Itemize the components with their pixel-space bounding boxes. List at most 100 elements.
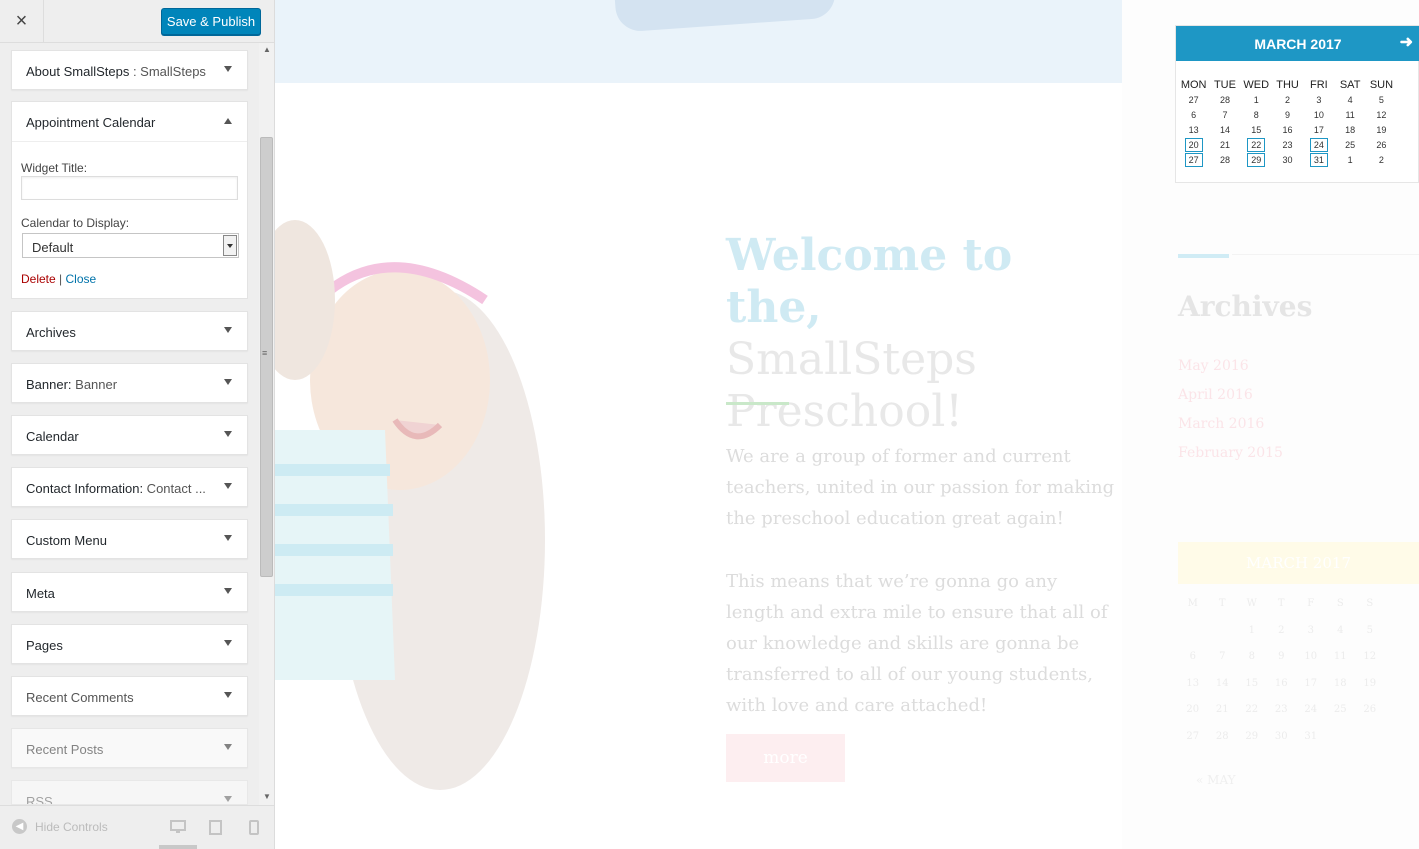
calendar-day-available[interactable]: 29 bbox=[1241, 153, 1272, 168]
scroll-up-icon[interactable]: ▲ bbox=[263, 45, 271, 54]
desktop-icon[interactable] bbox=[170, 820, 186, 837]
widget-archives[interactable]: Archives bbox=[11, 311, 248, 351]
calendar-day[interactable]: 6 bbox=[1178, 108, 1209, 123]
archive-link[interactable]: April 2016 bbox=[1178, 387, 1253, 403]
calendar-day-available[interactable]: 27 bbox=[1178, 153, 1209, 168]
widget-calendar[interactable]: Calendar bbox=[11, 415, 248, 455]
close-icon[interactable]: × bbox=[0, 0, 44, 43]
calendar-day[interactable]: 28 bbox=[1209, 93, 1240, 108]
chevron-down-icon[interactable] bbox=[224, 744, 232, 750]
widget-title: Archives bbox=[26, 325, 76, 340]
widget-custom-menu[interactable]: Custom Menu bbox=[11, 519, 248, 559]
chevron-down-icon[interactable] bbox=[223, 235, 237, 256]
calendar-day[interactable]: 4 bbox=[1334, 93, 1365, 108]
calendar-week: 27 28 29 30 31 bbox=[1178, 731, 1419, 758]
chevron-down-icon[interactable] bbox=[224, 379, 232, 385]
chevron-down-icon[interactable] bbox=[224, 535, 232, 541]
calendar-day[interactable]: 5 bbox=[1366, 93, 1397, 108]
calendar-day[interactable]: 17 bbox=[1303, 123, 1334, 138]
widget-recent-posts[interactable]: Recent Posts bbox=[11, 728, 248, 768]
widget-banner[interactable]: Banner: Banner bbox=[11, 363, 248, 403]
calendar-day-available[interactable]: 22 bbox=[1241, 138, 1272, 153]
calendar-day[interactable]: 11 bbox=[1334, 108, 1365, 123]
calendar-day[interactable]: 10 bbox=[1303, 108, 1334, 123]
calendar-day[interactable]: 9 bbox=[1272, 108, 1303, 123]
calendar-display-select[interactable]: Default bbox=[22, 233, 239, 258]
scroll-down-icon[interactable]: ▼ bbox=[263, 792, 271, 801]
calendar-week: 20 21 22 23 24 25 26 bbox=[1178, 138, 1419, 153]
widget-meta[interactable]: Meta bbox=[11, 572, 248, 612]
widget-title: Meta bbox=[26, 586, 55, 601]
calendar-day[interactable]: 2 bbox=[1366, 153, 1397, 168]
calendar-day[interactable]: 8 bbox=[1241, 108, 1272, 123]
chevron-down-icon[interactable] bbox=[224, 483, 232, 489]
widget-title-label: Widget Title: bbox=[21, 161, 88, 175]
calendar-day[interactable]: 19 bbox=[1366, 123, 1397, 138]
widget-header[interactable]: Appointment Calendar bbox=[12, 102, 247, 142]
calendar-day[interactable]: 1 bbox=[1241, 93, 1272, 108]
calendar-day[interactable]: 18 bbox=[1334, 123, 1365, 138]
calendar-day-available[interactable]: 31 bbox=[1303, 153, 1334, 168]
preview-sidebar: MARCH 2017 ➜ MON TUE WED THU FRI SAT SUN… bbox=[1122, 0, 1419, 849]
save-publish-button[interactable]: Save & Publish bbox=[161, 8, 261, 35]
calendar-day[interactable]: 2 bbox=[1272, 93, 1303, 108]
archive-link[interactable]: March 2016 bbox=[1178, 416, 1264, 432]
hide-controls-label: Hide Controls bbox=[35, 819, 108, 834]
widget-title-input[interactable] bbox=[21, 176, 238, 200]
calendar-day[interactable]: 28 bbox=[1209, 153, 1240, 168]
chevron-down-icon[interactable] bbox=[224, 327, 232, 333]
chevron-down-icon[interactable] bbox=[224, 588, 232, 594]
calendar-day[interactable]: 7 bbox=[1209, 108, 1240, 123]
calendar-day-available[interactable]: 24 bbox=[1303, 138, 1334, 153]
close-link[interactable]: Close bbox=[65, 272, 96, 286]
archive-link[interactable]: May 2016 bbox=[1178, 358, 1249, 374]
chevron-down-icon[interactable] bbox=[224, 796, 232, 802]
hide-controls-button[interactable]: ◀ Hide Controls bbox=[12, 819, 108, 834]
chevron-down-icon[interactable] bbox=[224, 640, 232, 646]
calendar-day[interactable]: 12 bbox=[1366, 108, 1397, 123]
calendar-day[interactable]: 26 bbox=[1366, 138, 1397, 153]
calendar-day[interactable]: 16 bbox=[1272, 123, 1303, 138]
calendar-day[interactable]: 25 bbox=[1334, 138, 1365, 153]
widget-contact-information[interactable]: Contact Information: Contact ... bbox=[11, 467, 248, 507]
calendar-day[interactable]: 21 bbox=[1209, 138, 1240, 153]
calendar-day: 7 bbox=[1219, 651, 1226, 662]
calendar-day: 8 bbox=[1248, 651, 1255, 662]
calendar-day: 20 bbox=[1186, 704, 1200, 715]
mobile-icon[interactable] bbox=[249, 820, 259, 838]
chevron-down-icon[interactable] bbox=[224, 66, 232, 72]
calendar-day[interactable]: 23 bbox=[1272, 138, 1303, 153]
chevron-up-icon[interactable] bbox=[224, 118, 232, 124]
calendar-day[interactable]: 27 bbox=[1178, 93, 1209, 108]
widget-title: About SmallSteps bbox=[26, 64, 130, 79]
widget-pages[interactable]: Pages bbox=[11, 624, 248, 664]
calendar-prev-link[interactable]: « MAY bbox=[1196, 773, 1236, 787]
calendar-widget-header: MARCH 2017 bbox=[1178, 542, 1419, 584]
calendar-month: MARCH 2017 bbox=[1254, 35, 1342, 52]
delete-link[interactable]: Delete bbox=[21, 272, 56, 286]
chevron-down-icon[interactable] bbox=[224, 431, 232, 437]
arrow-right-icon[interactable]: ➜ bbox=[1400, 32, 1413, 52]
calendar-week: 6 7 8 9 10 11 12 bbox=[1178, 108, 1419, 123]
calendar-day[interactable]: 13 bbox=[1178, 123, 1209, 138]
archive-link[interactable]: February 2015 bbox=[1178, 445, 1283, 461]
calendar-day[interactable]: 3 bbox=[1303, 93, 1334, 108]
widget-rss[interactable]: RSS bbox=[11, 780, 248, 805]
day-header: M bbox=[1187, 598, 1198, 609]
calendar-day: 31 bbox=[1304, 730, 1318, 742]
calendar-day: 27 bbox=[1186, 730, 1200, 742]
chevron-down-icon[interactable] bbox=[224, 692, 232, 698]
calendar-day[interactable]: 30 bbox=[1272, 153, 1303, 168]
calendar-day[interactable]: 1 bbox=[1334, 153, 1365, 168]
widget-title: Recent Comments bbox=[26, 690, 134, 705]
calendar-week: 20 21 22 23 24 25 26 bbox=[1178, 704, 1419, 731]
calendar-day[interactable]: 14 bbox=[1209, 123, 1240, 138]
calendar-day[interactable]: 15 bbox=[1241, 123, 1272, 138]
widget-about-smallsteps[interactable]: About SmallSteps : SmallSteps bbox=[11, 50, 248, 90]
widget-recent-comments[interactable]: Recent Comments bbox=[11, 676, 248, 716]
tablet-icon[interactable] bbox=[209, 820, 222, 838]
day-number: 31 bbox=[1309, 153, 1328, 167]
day-number: 29 bbox=[1247, 153, 1266, 167]
more-button[interactable]: more bbox=[726, 734, 845, 782]
calendar-day-available[interactable]: 20 bbox=[1178, 138, 1209, 153]
